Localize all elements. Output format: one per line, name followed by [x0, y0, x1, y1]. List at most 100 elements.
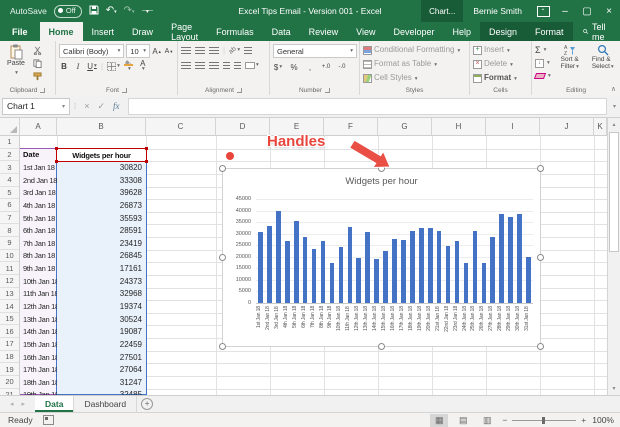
- chart-bar[interactable]: [526, 257, 531, 303]
- merge-center-icon[interactable]: [245, 59, 259, 71]
- chart-bar[interactable]: [321, 241, 326, 303]
- row-header-20[interactable]: 20: [0, 376, 19, 389]
- decrease-decimal-icon[interactable]: -.0: [337, 61, 347, 73]
- cell-B16[interactable]: 19087: [57, 325, 146, 338]
- cell-B14[interactable]: 19374: [57, 300, 146, 313]
- tab-view[interactable]: View: [347, 22, 384, 41]
- chart-bar[interactable]: [267, 226, 272, 303]
- percent-format-icon[interactable]: %: [289, 61, 299, 73]
- column-header-D[interactable]: D: [216, 118, 270, 135]
- tab-review[interactable]: Review: [300, 22, 348, 41]
- decrease-font-icon[interactable]: A▼: [164, 45, 174, 57]
- close-button[interactable]: ×: [598, 0, 620, 22]
- redo-icon[interactable]: ↷▾: [124, 6, 135, 16]
- cell-B13[interactable]: 32968: [57, 288, 146, 301]
- number-dialog-launcher[interactable]: [325, 88, 330, 93]
- cell-B20[interactable]: 31247: [57, 376, 146, 389]
- scroll-down-icon[interactable]: ▾: [608, 382, 620, 395]
- chart-bar[interactable]: [348, 227, 353, 303]
- column-header-H[interactable]: H: [432, 118, 486, 135]
- autosave-toggle[interactable]: Off: [54, 5, 82, 18]
- chart-handle-bottom-left[interactable]: [219, 343, 226, 350]
- column-header-C[interactable]: C: [146, 118, 216, 135]
- column-header-J[interactable]: J: [540, 118, 594, 135]
- row-header-17[interactable]: 17: [0, 338, 19, 351]
- align-center-icon[interactable]: [195, 62, 205, 69]
- row-header-14[interactable]: 14: [0, 300, 19, 313]
- customize-qat-icon[interactable]: ⸺▾: [142, 7, 154, 15]
- cell-A7[interactable]: 5th Jan 18: [20, 212, 57, 225]
- cell-B4[interactable]: 33308: [57, 174, 146, 187]
- underline-button[interactable]: U: [87, 60, 97, 72]
- cell-B15[interactable]: 30524: [57, 313, 146, 326]
- currency-format-icon[interactable]: $: [273, 61, 283, 73]
- chart-bar[interactable]: [383, 251, 388, 303]
- increase-decimal-icon[interactable]: +.0: [321, 61, 331, 73]
- cell-A13[interactable]: 11th Jan 18: [20, 288, 57, 301]
- chart-bar[interactable]: [499, 214, 504, 303]
- row-header-18[interactable]: 18: [0, 351, 19, 364]
- tab-developer[interactable]: Developer: [384, 22, 443, 41]
- cell-B7[interactable]: 35593: [57, 212, 146, 225]
- cell-B11[interactable]: 17161: [57, 262, 146, 275]
- bold-button[interactable]: B: [59, 60, 69, 72]
- cell-B6[interactable]: 26873: [57, 199, 146, 212]
- user-name[interactable]: Bernie Smith: [463, 6, 532, 16]
- chart-bar[interactable]: [401, 240, 406, 303]
- cell-A6[interactable]: 4th Jan 18: [20, 199, 57, 212]
- collapse-ribbon-icon[interactable]: ∧: [611, 85, 616, 93]
- chart-bar[interactable]: [490, 237, 495, 303]
- tab-file[interactable]: File: [0, 22, 40, 41]
- font-size-select[interactable]: 10: [126, 44, 150, 58]
- scroll-up-icon[interactable]: ▴: [608, 118, 620, 131]
- chart-bar[interactable]: [419, 228, 424, 303]
- delete-cells-button[interactable]: × Delete: [473, 58, 528, 70]
- paste-button[interactable]: Paste: [3, 44, 29, 82]
- font-color-icon[interactable]: A: [138, 60, 148, 72]
- chart-bar[interactable]: [392, 239, 397, 303]
- sort-filter-button[interactable]: AZ Sort &Filter: [556, 44, 584, 82]
- chart-bar[interactable]: [455, 241, 460, 303]
- align-middle-icon[interactable]: [195, 47, 205, 54]
- increase-font-icon[interactable]: A▲: [152, 45, 162, 57]
- align-left-icon[interactable]: [181, 62, 191, 69]
- sheet-tab-dashboard[interactable]: Dashboard: [74, 396, 137, 412]
- align-top-icon[interactable]: [181, 47, 191, 54]
- chart-title[interactable]: Widgets per hour: [223, 176, 540, 187]
- row-header-12[interactable]: 12: [0, 275, 19, 288]
- new-sheet-button[interactable]: +: [137, 396, 157, 412]
- chart-bar[interactable]: [464, 263, 469, 303]
- cell-A9[interactable]: 7th Jan 18: [20, 237, 57, 250]
- normal-view-button[interactable]: ▦: [430, 414, 448, 427]
- cell-A2[interactable]: Date: [20, 148, 57, 161]
- chart-handle-bottom-right[interactable]: [537, 343, 544, 350]
- chart-bar[interactable]: [339, 247, 344, 303]
- row-header-16[interactable]: 16: [0, 325, 19, 338]
- chart-bar[interactable]: [285, 241, 290, 303]
- zoom-in-icon[interactable]: +: [581, 415, 586, 425]
- chart-bar[interactable]: [258, 232, 263, 303]
- autosum-button[interactable]: Σ: [535, 44, 551, 56]
- chart[interactable]: Widgets per hour 05000100001500020000250…: [222, 168, 541, 347]
- page-layout-view-button[interactable]: ▤: [454, 414, 472, 427]
- row-header-5[interactable]: 5: [0, 187, 19, 200]
- conditional-formatting-button[interactable]: Conditional Formatting: [363, 44, 466, 56]
- tab-format[interactable]: Format: [526, 22, 573, 41]
- fill-button[interactable]: ↓: [535, 57, 551, 69]
- cell-A16[interactable]: 14th Jan 18: [20, 325, 57, 338]
- format-as-table-button[interactable]: Format as Table: [363, 58, 466, 70]
- chart-bar[interactable]: [294, 221, 299, 303]
- name-box[interactable]: Chart 1 ▾: [2, 98, 70, 115]
- minimize-button[interactable]: –: [554, 0, 576, 22]
- wrap-text-icon[interactable]: [244, 47, 252, 54]
- decrease-indent-icon[interactable]: [223, 62, 230, 69]
- font-name-select[interactable]: Calibri (Body): [59, 44, 124, 58]
- enter-icon[interactable]: ✓: [98, 101, 106, 112]
- cell-A17[interactable]: 15th Jan 18: [20, 338, 57, 351]
- row-header-7[interactable]: 7: [0, 212, 19, 225]
- row-header-10[interactable]: 10: [0, 250, 19, 263]
- chart-handle-top-right[interactable]: [537, 165, 544, 172]
- zoom-thumb[interactable]: [542, 417, 545, 424]
- cell-B19[interactable]: 27064: [57, 363, 146, 376]
- cell-B10[interactable]: 26845: [57, 250, 146, 263]
